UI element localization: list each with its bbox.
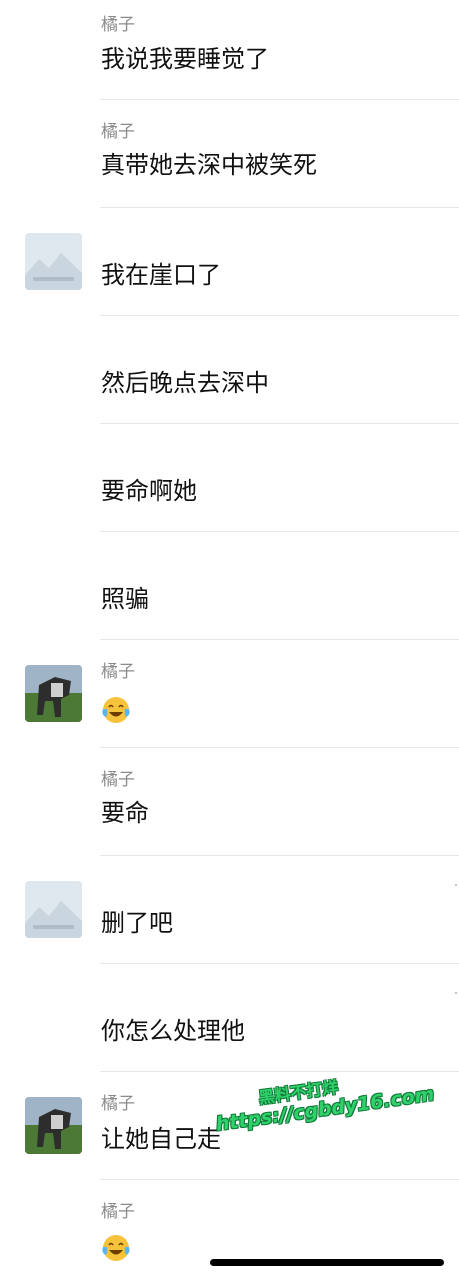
avatar[interactable] [25, 665, 82, 722]
chat-message[interactable]: 你怎么处理他 [0, 964, 459, 1072]
message-text: 要命 [101, 799, 149, 827]
chat-message[interactable]: 然后晚点去深中 [0, 316, 459, 424]
message-text: 真带她去深中被笑死 [101, 151, 317, 179]
sender-name: 橘子 [101, 1202, 135, 1222]
chat-message[interactable]: 删了吧 [0, 856, 459, 964]
sender-name: 橘子 [101, 770, 135, 790]
face-with-tears-of-joy-icon [102, 697, 130, 723]
sender-name: 橘子 [101, 122, 135, 142]
avatar-placeholder[interactable] [25, 881, 82, 938]
home-indicator[interactable] [210, 1259, 444, 1266]
avatar-photo [25, 665, 82, 722]
sender-name: 橘子 [101, 662, 135, 682]
face-with-tears-of-joy-icon [102, 1235, 130, 1261]
chat-message[interactable]: 橘子 让她自己走 [0, 1072, 459, 1180]
sender-name: 橘子 [101, 1094, 135, 1114]
chat-message[interactable]: 要命啊她 [0, 424, 459, 532]
chat-message[interactable]: 橘子 [0, 1180, 459, 1282]
message-text: 要命啊她 [101, 477, 197, 505]
avatar-placeholder[interactable] [25, 233, 82, 290]
avatar-photo [25, 1097, 82, 1154]
message-text: 照骗 [101, 585, 149, 613]
message-text: 然后晚点去深中 [101, 369, 269, 397]
image-placeholder-icon [25, 233, 82, 290]
chat-message[interactable]: 橘子 真带她去深中被笑死 [0, 100, 459, 208]
edge-dot [455, 884, 457, 886]
avatar[interactable] [25, 1097, 82, 1154]
image-placeholder-icon [25, 881, 82, 938]
chat-message[interactable]: 橘子 [0, 640, 459, 748]
chat-message[interactable]: 橘子 要命 [0, 748, 459, 856]
chat-message-list[interactable]: 橘子 我说我要睡觉了 橘子 真带她去深中被笑死 我在崖口了 然后晚点去深中 要命… [0, 0, 459, 1282]
sender-name: 橘子 [101, 15, 135, 35]
message-text: 让她自己走 [101, 1125, 221, 1153]
message-text: 我说我要睡觉了 [101, 45, 269, 73]
message-text: 删了吧 [101, 909, 173, 937]
edge-dot [455, 992, 457, 994]
message-text: 我在崖口了 [101, 261, 221, 289]
chat-message[interactable]: 照骗 [0, 532, 459, 640]
chat-message[interactable]: 我在崖口了 [0, 208, 459, 316]
message-text: 你怎么处理他 [101, 1017, 245, 1045]
chat-message[interactable]: 橘子 我说我要睡觉了 [0, 0, 459, 100]
